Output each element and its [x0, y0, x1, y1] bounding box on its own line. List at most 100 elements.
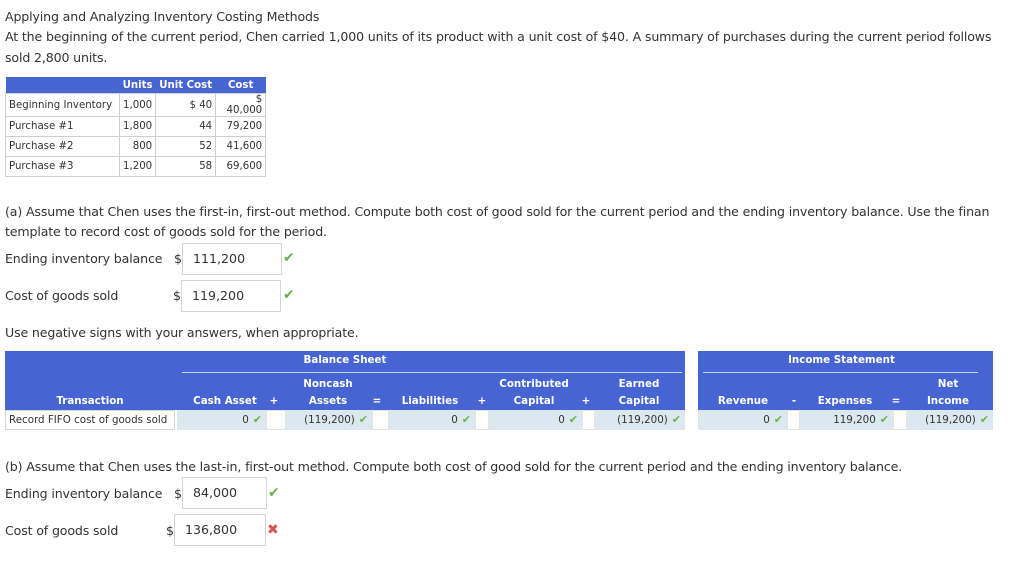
- fifo-cogs-label: Cost of goods sold: [5, 288, 119, 303]
- intro-text-line1: At the beginning of the current period, …: [5, 29, 992, 44]
- column-contributed-capital-line1: Contributed: [499, 378, 569, 390]
- lifo-cogs-input[interactable]: 136,800: [174, 514, 266, 546]
- net-income-input[interactable]: (119,200) ✔: [907, 410, 993, 430]
- row-cost: 79,200: [215, 116, 267, 137]
- balance-sheet-title: Balance Sheet: [303, 354, 387, 366]
- fifo-ending-inventory-currency: $: [174, 251, 182, 266]
- earned-capital-input[interactable]: (119,200) ✔: [595, 410, 685, 430]
- table-row: Purchase #3 1,200 58 69,600: [5, 156, 267, 177]
- column-net-income-line1: Net: [937, 378, 959, 390]
- row-units: 1,200: [118, 156, 157, 177]
- lifo-ending-inventory-label: Ending inventory balance: [5, 486, 163, 501]
- table-row: Purchase #1 1,800 44 79,200: [5, 116, 267, 137]
- noncash-assets-input[interactable]: (119,200) ✔: [286, 410, 372, 430]
- lifo-cogs-currency: $: [166, 523, 174, 538]
- inventory-table: Units Unit Cost Cost Beginning Inventory…: [5, 77, 267, 177]
- row-label: Beginning Inventory: [5, 93, 120, 117]
- operator-minus: -: [791, 395, 797, 407]
- column-cash-asset: Cash Asset: [193, 395, 257, 407]
- fifo-cogs-currency: $: [173, 288, 181, 303]
- lifo-ending-inventory-input[interactable]: 84,000: [182, 477, 267, 509]
- header-divider: [182, 372, 682, 373]
- check-icon: ✔: [773, 413, 783, 426]
- balance-sheet-header: Balance Sheet Transaction Cash Asset + N…: [5, 351, 685, 410]
- column-liabilities: Liabilities: [401, 395, 459, 407]
- incorrect-x-icon: ✖: [267, 522, 279, 538]
- column-contributed-capital-line2: Capital: [513, 395, 555, 407]
- header-divider: [703, 372, 978, 373]
- column-noncash-assets-line2: Assets: [308, 395, 348, 407]
- header-unit-cost: Unit Cost: [155, 77, 216, 94]
- income-statement-header: Income Statement Revenue - Expenses = Ne…: [698, 351, 993, 410]
- row-cost: $ 40,000: [215, 93, 267, 117]
- column-revenue: Revenue: [717, 395, 769, 407]
- lifo-cogs-label: Cost of goods sold: [5, 523, 119, 538]
- table-row: Beginning Inventory 1,000 $ 40 $ 40,000: [5, 93, 267, 117]
- fifo-cogs-input[interactable]: 119,200: [181, 280, 281, 312]
- operator-plus: +: [581, 395, 591, 407]
- fifo-ending-inventory-input[interactable]: 111,200: [182, 243, 282, 275]
- row-unit-cost: $ 40: [155, 93, 217, 117]
- operator-cell: [787, 410, 800, 430]
- column-noncash-assets-line1: Noncash: [303, 378, 353, 390]
- header-cost: Cost: [215, 77, 266, 94]
- row-units: 800: [118, 136, 157, 157]
- contributed-capital-input[interactable]: 0 ✔: [489, 410, 582, 430]
- revenue-value: 0: [763, 414, 770, 426]
- operator-equals: =: [372, 395, 382, 407]
- operator-equals: =: [891, 395, 901, 407]
- operator-cell: [266, 410, 286, 430]
- part-a-prompt-line1: (a) Assume that Chen uses the first-in, …: [5, 204, 990, 219]
- row-unit-cost: 44: [155, 116, 217, 137]
- column-earned-capital-line1: Earned: [618, 378, 660, 390]
- row-label: Purchase #3: [5, 156, 120, 177]
- inventory-table-header: Units Unit Cost Cost: [5, 77, 266, 94]
- column-earned-capital-line2: Capital: [618, 395, 660, 407]
- page-title: Applying and Analyzing Inventory Costing…: [5, 9, 320, 24]
- row-cost: 41,600: [215, 136, 267, 157]
- fifo-ending-inventory-label: Ending inventory balance: [5, 251, 163, 266]
- liabilities-value: 0: [451, 414, 458, 426]
- cash-asset-value: 0: [242, 414, 249, 426]
- header-units: Units: [119, 77, 156, 94]
- net-income-value: (119,200): [925, 414, 976, 426]
- negative-signs-note: Use negative signs with your answers, wh…: [5, 325, 359, 340]
- row-unit-cost: 52: [155, 136, 217, 157]
- row-units: 1,000: [118, 93, 157, 117]
- column-net-income-line2: Income: [926, 395, 970, 407]
- column-transaction: Transaction: [56, 395, 124, 407]
- header-blank: [5, 77, 120, 94]
- check-icon: ✔: [283, 250, 295, 266]
- row-units: 1,800: [118, 116, 157, 137]
- lifo-ending-inventory-currency: $: [174, 486, 182, 501]
- column-expenses: Expenses: [817, 395, 873, 407]
- earned-capital-value: (119,200): [617, 414, 668, 426]
- check-icon: ✔: [268, 485, 280, 501]
- check-icon: ✔: [358, 413, 368, 426]
- expenses-value: 119,200: [833, 414, 876, 426]
- part-a-prompt-line2: template to record cost of goods sold fo…: [5, 224, 327, 239]
- liabilities-input[interactable]: 0 ✔: [389, 410, 475, 430]
- operator-cell: [475, 410, 489, 430]
- check-icon: ✔: [568, 413, 578, 426]
- row-cost: 69,600: [215, 156, 267, 177]
- transaction-row-label: Record FIFO cost of goods sold: [5, 410, 175, 430]
- intro-text-line2: sold 2,800 units.: [5, 50, 108, 65]
- operator-plus: +: [477, 395, 487, 407]
- cash-asset-input[interactable]: 0 ✔: [177, 410, 266, 430]
- row-unit-cost: 58: [155, 156, 217, 177]
- contributed-capital-value: 0: [558, 414, 565, 426]
- revenue-input[interactable]: 0 ✔: [698, 410, 787, 430]
- row-label: Purchase #1: [5, 116, 120, 137]
- check-icon: ✔: [252, 413, 262, 426]
- row-label: Purchase #2: [5, 136, 120, 157]
- table-row: Purchase #2 800 52 41,600: [5, 136, 267, 157]
- part-b-prompt: (b) Assume that Chen uses the last-in, f…: [5, 459, 903, 474]
- noncash-assets-value: (119,200): [304, 414, 355, 426]
- operator-cell: [893, 410, 907, 430]
- check-icon: ✔: [461, 413, 471, 426]
- operator-cell: [372, 410, 389, 430]
- expenses-input[interactable]: 119,200 ✔: [800, 410, 893, 430]
- operator-cell: [582, 410, 595, 430]
- check-icon: ✔: [979, 413, 989, 426]
